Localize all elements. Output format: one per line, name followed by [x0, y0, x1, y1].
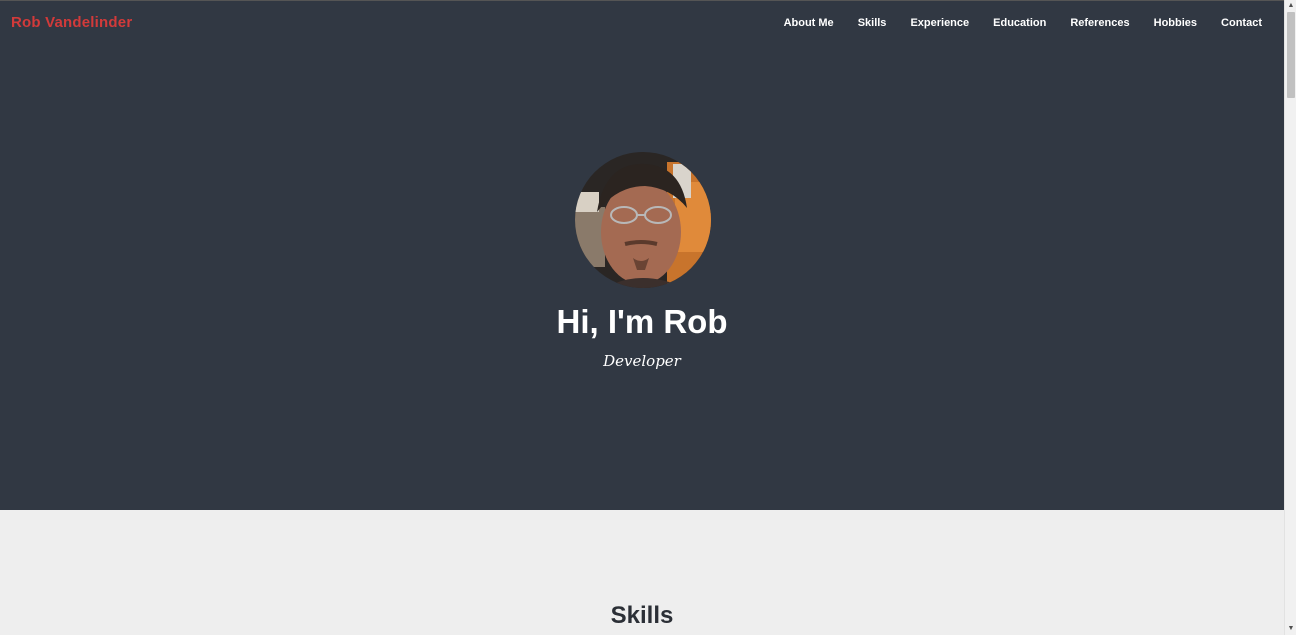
scroll-up-icon[interactable]: ▲ [1287, 2, 1295, 10]
nav-links: About Me Skills Experience Education Ref… [760, 17, 1262, 29]
hero-section: Rob Vandelinder About Me Skills Experien… [0, 0, 1284, 510]
page: Rob Vandelinder About Me Skills Experien… [0, 0, 1284, 635]
nav-link-hobbies[interactable]: Hobbies [1154, 17, 1197, 29]
brand-link[interactable]: Rob Vandelinder [11, 14, 132, 31]
scroll-down-icon[interactable]: ▼ [1287, 625, 1295, 633]
hero-subtitle: Developer [603, 352, 681, 370]
scrollbar-thumb[interactable] [1287, 12, 1295, 98]
navbar: Rob Vandelinder About Me Skills Experien… [0, 1, 1284, 45]
skills-heading: Skills [610, 602, 674, 629]
nav-link-contact[interactable]: Contact [1221, 17, 1262, 29]
nav-link-education[interactable]: Education [993, 17, 1046, 29]
nav-link-references[interactable]: References [1070, 17, 1129, 29]
hero-headline: Hi, I'm Rob [556, 303, 728, 340]
vertical-scrollbar[interactable]: ▲ ▼ [1284, 0, 1296, 635]
nav-link-experience[interactable]: Experience [910, 17, 969, 29]
profile-photo [575, 152, 711, 288]
nav-link-about-me[interactable]: About Me [784, 17, 834, 29]
profile-avatar [575, 152, 711, 288]
nav-link-skills[interactable]: Skills [858, 17, 887, 29]
